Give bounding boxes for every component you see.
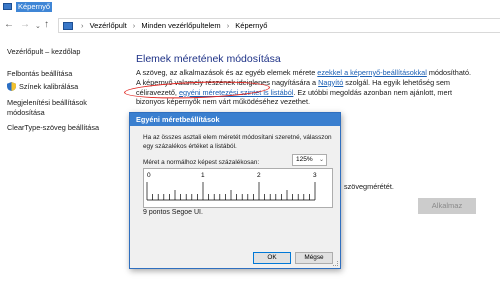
dialog-description: Ha az összes asztali elem méretét módosí… [143, 134, 332, 150]
recent-locations-chevron-icon[interactable]: ⌄ [35, 21, 41, 33]
sample-text: 9 pontos Segoe UI. [143, 209, 203, 216]
custom-sizing-dialog: Egyéni méretbeállítások Ha az összes asz… [129, 112, 341, 269]
sidebar-item-control-panel-home[interactable]: Vezérlőpult – kezdőlap [7, 47, 80, 57]
breadcrumb: › Vezérlőpult › Minden vezérlőpultelem ›… [77, 21, 267, 31]
navigation-bar: ← → ⌄ ↑ › Vezérlőpult › Minden vezérlőpu… [0, 17, 500, 35]
ruler-label: 1 [201, 172, 205, 179]
ruler-label: 0 [147, 172, 151, 179]
forward-arrow-icon[interactable]: → [20, 19, 30, 31]
page-title: Elemek méretének módosítása [136, 53, 281, 65]
control-panel-icon [63, 22, 73, 30]
breadcrumb-item-all-items[interactable]: Minden vezérlőpultelem [141, 21, 220, 30]
resize-grip[interactable] [333, 261, 338, 266]
magnifier-link[interactable]: Nagyító [318, 78, 343, 87]
sidebar: Vezérlőpult – kezdőlap Felbontás beállít… [0, 38, 130, 283]
apply-button[interactable]: Alkalmaz [418, 198, 476, 214]
ok-button[interactable]: OK [253, 252, 291, 264]
sidebar-item-resolution[interactable]: Felbontás beállítása [7, 69, 72, 79]
display-settings-link[interactable]: ezekkel a képernyő-beállításokkal [317, 68, 427, 77]
back-arrow-icon[interactable]: ← [4, 19, 14, 31]
scale-value: 125% [296, 156, 313, 163]
address-bar[interactable]: › Vezérlőpult › Minden vezérlőpultelem ›… [58, 18, 500, 33]
scale-label: Méret a normálhoz képest százalékosan: [143, 159, 260, 166]
scale-ruler[interactable]: 0 1 2 3 [143, 168, 333, 208]
shield-icon [7, 82, 16, 91]
paragraph-text: A szöveg, az alkalmazások és az egyéb el… [136, 68, 318, 77]
breadcrumb-separator: › [132, 21, 136, 30]
ruler-label: 3 [313, 172, 317, 179]
up-arrow-icon[interactable]: ↑ [44, 19, 49, 31]
chevron-down-icon: ⌄ [318, 157, 324, 163]
cancel-button[interactable]: Mégse [295, 252, 333, 264]
sidebar-item-display-settings[interactable]: Megjelenítési beállítások módosítása [7, 98, 87, 117]
ruler-label: 2 [257, 172, 261, 179]
sidebar-item-cleartype[interactable]: ClearType-szöveg beállítása [7, 123, 99, 133]
breadcrumb-item-control-panel[interactable]: Vezérlőpult [90, 21, 127, 30]
breadcrumb-separator: › [226, 21, 230, 30]
breadcrumb-item-display[interactable]: Képernyő [235, 21, 267, 30]
window-title: Képernyő [16, 2, 53, 12]
sidebar-item-calibrate-colors[interactable]: Színek kalibrálása [19, 82, 78, 92]
dialog-title: Egyéni méretbeállítások [130, 113, 340, 126]
control-panel-icon [3, 3, 12, 10]
scale-dropdown[interactable]: 125% ⌄ [292, 154, 327, 166]
background-text-fragment: szövegmérétét. [344, 182, 394, 191]
breadcrumb-separator: › [81, 21, 84, 30]
ruler-graphic: 0 1 2 3 [146, 172, 317, 201]
title-bar: Képernyő [0, 0, 500, 15]
